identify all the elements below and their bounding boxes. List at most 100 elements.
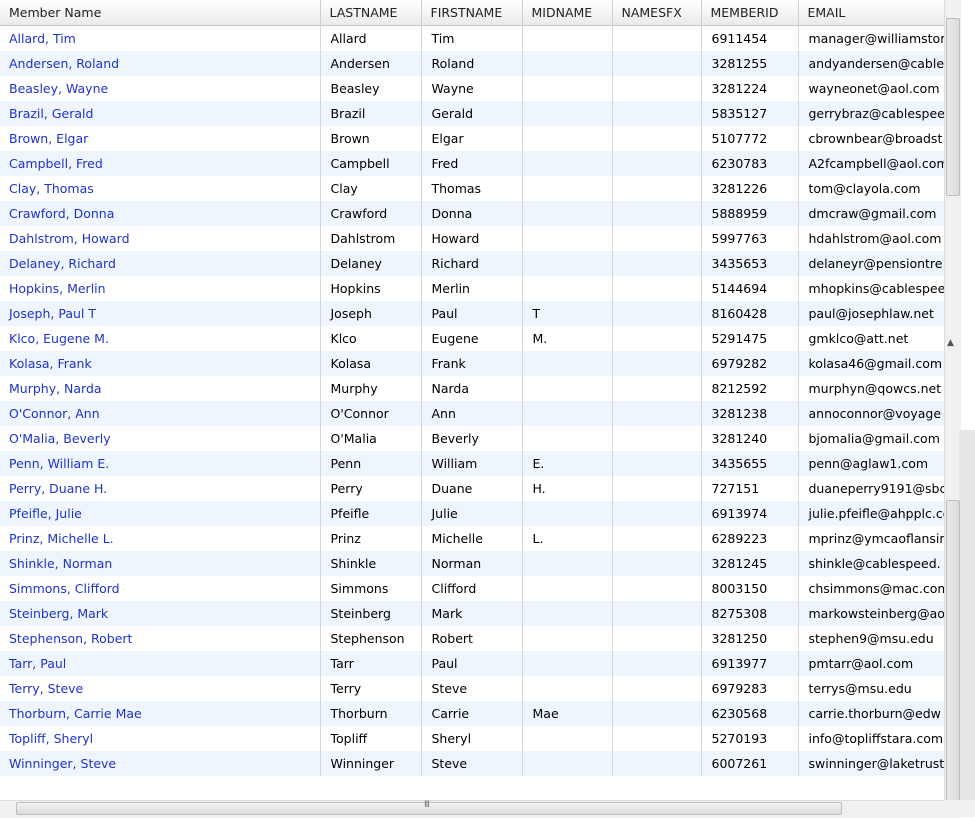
column-header-namesfx[interactable]: NAMESFX [612,0,702,26]
table-row[interactable]: Murphy, Narda Murphy Narda 8212592 murphyn@q… [0,376,944,401]
member-name-cell[interactable]: Thorburn, Carrie Mae [0,701,321,726]
member-name-cell[interactable]: Andersen, Roland [0,51,321,76]
member-name-cell[interactable]: Brazil, Gerald [0,101,321,126]
table-row[interactable]: Stephenson, Robert Stephenson Robert 328125… [0,626,944,651]
table-row[interactable]: Topliff, Sheryl Topliff Sheryl 5270193 info@… [0,726,944,751]
member-name-cell[interactable]: Pfeifle, Julie [0,501,321,526]
memberid-cell: 3435653 [701,251,799,276]
member-name-cell[interactable]: Simmons, Clifford [0,576,321,601]
email-cell: gerrybraz@cablespee [798,101,944,126]
member-name-cell[interactable]: Brown, Elgar [0,126,321,151]
vertical-scrollbar-thumb[interactable] [946,18,960,196]
table-row[interactable]: O'Malia, Beverly O'Malia Beverly 3281240 bjo… [0,426,944,451]
scroll-up-arrow-icon[interactable]: ▲ [947,338,954,348]
memberid-cell: 6979283 [701,676,799,701]
table-row[interactable]: Simmons, Clifford Simmons Clifford 8003150 c… [0,576,944,601]
email-cell: gmklco@att.net [798,326,944,351]
namesfx-cell [612,76,702,101]
lastname-cell: Pfeifle [320,501,422,526]
memberid-cell: 6289223 [701,526,799,551]
memberid-cell: 6913977 [701,651,799,676]
member-name-cell[interactable]: Winninger, Steve [0,751,321,776]
table-row[interactable]: Brazil, Gerald Brazil Gerald 5835127 gerrybr… [0,101,944,126]
member-name-cell[interactable]: Delaney, Richard [0,251,321,276]
table-row[interactable]: Kolasa, Frank Kolasa Frank 6979282 kolasa46@… [0,351,944,376]
column-header-midname[interactable]: MIDNAME [522,0,613,26]
member-name-cell[interactable]: Terry, Steve [0,676,321,701]
lastname-cell: Crawford [320,201,422,226]
member-name-cell[interactable]: Dahlstrom, Howard [0,226,321,251]
table-row[interactable]: Hopkins, Merlin Hopkins Merlin 5144694 mhopk… [0,276,944,301]
lastname-cell: Clay [320,176,422,201]
vertical-scrollbar-track[interactable] [959,430,975,800]
namesfx-cell [612,376,702,401]
memberid-cell: 5270193 [701,726,799,751]
horizontal-scrollbar-thumb[interactable] [16,802,842,815]
member-name-cell[interactable]: Prinz, Michelle L. [0,526,321,551]
firstname-cell: Donna [421,201,523,226]
member-name-cell[interactable]: Allard, Tim [0,25,321,51]
member-name-cell[interactable]: Clay, Thomas [0,176,321,201]
midname-cell: H. [522,476,613,501]
table-row[interactable]: Perry, Duane H. Perry Duane H. 727151 duanepe… [0,476,944,501]
table-row[interactable]: Clay, Thomas Clay Thomas 3281226 tom@clayola… [0,176,944,201]
member-name-cell[interactable]: Perry, Duane H. [0,476,321,501]
table-row[interactable]: Crawford, Donna Crawford Donna 5888959 dmcra… [0,201,944,226]
member-name-cell[interactable]: Beasley, Wayne [0,76,321,101]
table-row[interactable]: Beasley, Wayne Beasley Wayne 3281224 wayneon… [0,76,944,101]
firstname-cell: Richard [421,251,523,276]
scrollbar-grip-icon: III [424,800,430,810]
table-row[interactable]: Klco, Eugene M. Klco Eugene M. 5291475 gmklco… [0,326,944,351]
firstname-cell: Ann [421,401,523,426]
firstname-cell: Tim [421,25,523,51]
table-row[interactable]: Shinkle, Norman Shinkle Norman 3281245 shink… [0,551,944,576]
table-row[interactable]: Steinberg, Mark Steinberg Mark 8275308 marko… [0,601,944,626]
member-name-cell[interactable]: Tarr, Paul [0,651,321,676]
table-row[interactable]: O'Connor, Ann O'Connor Ann 3281238 annoconno… [0,401,944,426]
column-header-firstname[interactable]: FIRSTNAME [421,0,523,26]
firstname-cell: Steve [421,676,523,701]
firstname-cell: Howard [421,226,523,251]
column-header-memberid[interactable]: MEMBERID [701,0,799,26]
table-row[interactable]: Allard, Tim Allard Tim 6911454 manager@willi… [0,25,944,51]
column-header-lastname[interactable]: LASTNAME [320,0,422,26]
table-row[interactable]: Campbell, Fred Campbell Fred 6230783 A2fcamp… [0,151,944,176]
lastname-cell: Steinberg [320,601,422,626]
member-name-cell[interactable]: Joseph, Paul T [0,301,321,326]
table-row[interactable]: Andersen, Roland Andersen Roland 3281255 and… [0,51,944,76]
table-row[interactable]: Tarr, Paul Tarr Paul 6913977 pmtarr@aol.com [0,651,944,676]
table-row[interactable]: Winninger, Steve Winninger Steve 6007261 swi… [0,751,944,776]
member-name-cell[interactable]: O'Connor, Ann [0,401,321,426]
member-name-cell[interactable]: Murphy, Narda [0,376,321,401]
table-row[interactable]: Brown, Elgar Brown Elgar 5107772 cbrownbear@… [0,126,944,151]
member-name-cell[interactable]: Crawford, Donna [0,201,321,226]
table-row[interactable]: Joseph, Paul T Joseph Paul T 8160428 paul@jos… [0,301,944,326]
table-row[interactable]: Dahlstrom, Howard Dahlstrom Howard 5997763 h… [0,226,944,251]
member-name-cell[interactable]: O'Malia, Beverly [0,426,321,451]
lastname-cell: Kolasa [320,351,422,376]
table-row[interactable]: Pfeifle, Julie Pfeifle Julie 6913974 julie.p… [0,501,944,526]
email-cell: terrys@msu.edu [798,676,944,701]
member-name-cell[interactable]: Klco, Eugene M. [0,326,321,351]
column-header-email[interactable]: EMAIL [798,0,944,26]
table-row[interactable]: Terry, Steve Terry Steve 6979283 terrys@msu.… [0,676,944,701]
table-row[interactable]: Penn, William E. Penn William E. 3435655 penn… [0,451,944,476]
namesfx-cell [612,326,702,351]
midname-cell: T [522,301,613,326]
member-name-cell[interactable]: Stephenson, Robert [0,626,321,651]
table-row[interactable]: Thorburn, Carrie Mae Thorburn Carrie Mae 623… [0,701,944,726]
member-name-cell[interactable]: Hopkins, Merlin [0,276,321,301]
vertical-scrollbar-thumb-lower[interactable] [946,500,960,802]
member-name-cell[interactable]: Steinberg, Mark [0,601,321,626]
member-name-cell[interactable]: Topliff, Sheryl [0,726,321,751]
member-name-cell[interactable]: Penn, William E. [0,451,321,476]
member-name-cell[interactable]: Kolasa, Frank [0,351,321,376]
column-header-member-name[interactable]: Member Name [0,0,321,26]
email-cell: swinninger@laketrust [798,751,944,776]
midname-cell [522,376,613,401]
member-name-cell[interactable]: Shinkle, Norman [0,551,321,576]
member-name-cell[interactable]: Campbell, Fred [0,151,321,176]
table-row[interactable]: Prinz, Michelle L. Prinz Michelle L. 6289223… [0,526,944,551]
namesfx-cell [612,701,702,726]
table-row[interactable]: Delaney, Richard Delaney Richard 3435653 del… [0,251,944,276]
